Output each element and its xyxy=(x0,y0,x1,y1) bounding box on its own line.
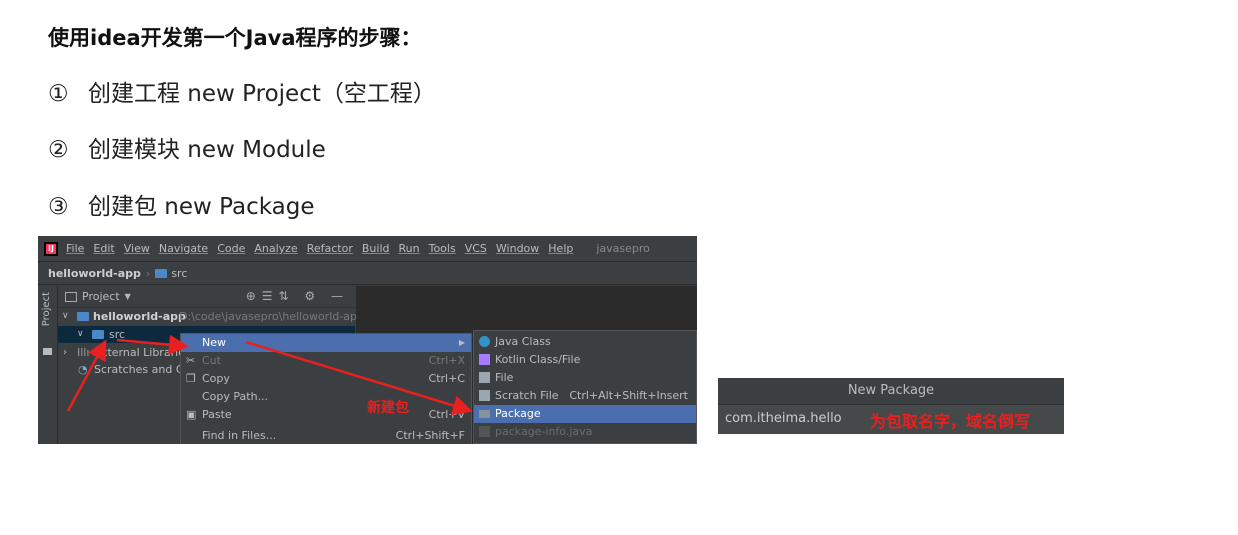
package-name-input[interactable]: com.itheima.hello xyxy=(725,411,842,426)
new-package-dialog: New Package com.itheima.hello 为包取名字，域名倒写 xyxy=(718,378,1064,434)
step-text: 创建模块 new Module xyxy=(88,137,326,163)
step-1: ① 创建工程 new Project（空工程） xyxy=(48,74,436,108)
annotation-package-naming: 为包取名字，域名倒写 xyxy=(870,412,1031,431)
dialog-title: New Package xyxy=(718,378,1064,405)
step-number: ③ xyxy=(48,194,69,220)
arrow-to-src xyxy=(66,339,107,412)
step-text: 创建包 new Package xyxy=(88,194,315,220)
page-title: 使用idea开发第一个Java程序的步骤： xyxy=(48,26,422,50)
step-number: ① xyxy=(48,81,69,107)
annotation-arrows xyxy=(66,334,473,416)
package-name-field[interactable]: com.itheima.hello 为包取名字，域名倒写 xyxy=(718,405,1064,434)
step-number: ② xyxy=(48,137,69,163)
arrow-to-new xyxy=(116,334,189,355)
step-text: 创建工程 new Project（空工程） xyxy=(88,81,436,107)
arrow-to-package xyxy=(245,340,473,416)
step-2: ② 创建模块 new Module xyxy=(48,130,326,164)
step-3: ③ 创建包 new Package xyxy=(48,187,315,221)
ide-screenshot: IJ File Edit View Navigate Code Analyze … xyxy=(38,236,697,444)
